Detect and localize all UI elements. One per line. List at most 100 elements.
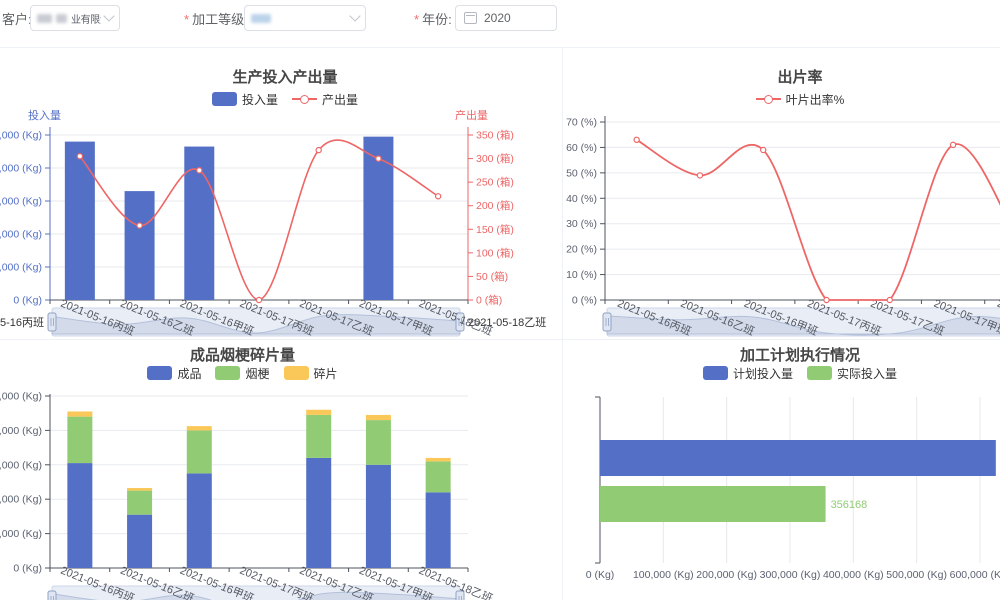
- legend-label: 碎片: [314, 365, 338, 382]
- legend-line-marker: [292, 92, 317, 106]
- stack-bar-segment[interactable]: [306, 410, 331, 415]
- tick-label: 20,000 (Kg): [0, 528, 42, 540]
- stack-bar-segment[interactable]: [306, 458, 331, 568]
- datazoom-handle[interactable]: [603, 313, 611, 331]
- right-axis-name: 产出量: [455, 107, 488, 123]
- legend-line-marker: [756, 92, 781, 106]
- tick-label: 0 (Kg): [586, 569, 615, 581]
- tick-label: 50 (%): [566, 167, 597, 179]
- line-point[interactable]: [436, 194, 441, 199]
- chart-title-plan-execution: 加工计划执行情况: [575, 344, 1000, 365]
- line-point[interactable]: [376, 156, 381, 161]
- dashboard: 客户: 业有限责任公 *加工等级: *年份: 2020 0 (Kg)20,000…: [0, 0, 1000, 600]
- tick-label: 0 (Kg): [13, 295, 42, 307]
- stack-bar-segment[interactable]: [67, 417, 92, 463]
- legend-item[interactable]: 烟梗: [215, 365, 269, 382]
- stack-bar-segment[interactable]: [127, 491, 152, 515]
- line-point[interactable]: [697, 173, 702, 178]
- line-point[interactable]: [256, 297, 261, 302]
- stack-bar-segment[interactable]: [187, 473, 212, 568]
- tick-label: 60,000 (Kg): [0, 459, 42, 471]
- charts-canvas: 0 (Kg) 20,000 (Kg) 40,000 (Kg) 60,000 (Kg) 8…: [0, 0, 1000, 600]
- stack-bar-segment[interactable]: [187, 430, 212, 473]
- tick-label: 400,000 (Kg): [823, 569, 884, 581]
- tick-label: 60,000 (Kg): [0, 196, 42, 208]
- tick-label: 0 (Kg): [13, 563, 42, 575]
- tick-label: 600,000 (Kg): [950, 569, 1000, 581]
- tick-label: 20,000 (Kg): [0, 262, 42, 274]
- stack-bar-segment[interactable]: [127, 488, 152, 491]
- legend-bar-marker: [703, 366, 728, 380]
- legend-label: 投入量: [242, 91, 278, 108]
- tick-label: 200,000 (Kg): [696, 569, 757, 581]
- tick-label: 200 (箱): [476, 199, 514, 212]
- line-point[interactable]: [316, 147, 321, 152]
- stack-bar-segment[interactable]: [67, 463, 92, 568]
- chart-title-leaf-rate: 出片率: [575, 66, 1000, 87]
- tick-label: 100 (箱): [476, 246, 514, 259]
- line-point[interactable]: [77, 154, 82, 159]
- line-point[interactable]: [197, 168, 202, 173]
- legend-label: 产出量: [322, 91, 358, 108]
- line-point[interactable]: [950, 142, 955, 147]
- tick-label: 250 (箱): [476, 176, 514, 189]
- tick-label: 80,000 (Kg): [0, 163, 42, 175]
- tick-label: 80,000 (Kg): [0, 425, 42, 437]
- line-point[interactable]: [137, 223, 142, 228]
- tick-label: 100,000 (Kg): [0, 130, 42, 142]
- stack-bar-segment[interactable]: [366, 415, 391, 420]
- legend-item[interactable]: 实际投入量: [807, 365, 897, 382]
- tick-label: 350 (箱): [476, 129, 514, 142]
- datazoom-label: 2021-05-16丙班: [0, 316, 44, 329]
- stack-bar-segment[interactable]: [187, 426, 212, 430]
- datazoom-handle[interactable]: [48, 591, 56, 600]
- tick-label: 300,000 (Kg): [760, 569, 821, 581]
- tick-label: 100,000 (Kg): [0, 391, 42, 403]
- legend-item[interactable]: 成品: [147, 365, 201, 382]
- bar-value-label: 356168: [831, 499, 868, 511]
- tick-label: 150 (箱): [476, 223, 514, 236]
- stack-bar-segment[interactable]: [426, 492, 451, 568]
- chart-title-input-output: 生产投入产出量: [15, 66, 555, 87]
- bar[interactable]: [600, 486, 826, 522]
- legend-input-output: 投入量 产出量: [15, 92, 555, 106]
- stack-bar-segment[interactable]: [426, 461, 451, 492]
- stack-bar-segment[interactable]: [127, 515, 152, 568]
- line-point[interactable]: [887, 297, 892, 302]
- legend-label: 叶片出率%: [786, 91, 845, 108]
- legend-bar-marker: [215, 366, 240, 380]
- legend-plan-execution: 计划投入量实际投入量: [575, 366, 1000, 380]
- legend-item[interactable]: 投入量: [212, 91, 278, 108]
- datazoom-handle[interactable]: [48, 313, 56, 331]
- tick-label: 40,000 (Kg): [0, 229, 42, 241]
- bar[interactable]: [600, 440, 996, 476]
- legend-leaf-rate: 叶片出率%: [575, 92, 1000, 106]
- bar[interactable]: [125, 191, 155, 300]
- stack-bar-segment[interactable]: [426, 458, 451, 461]
- legend-item[interactable]: 叶片出率%: [756, 91, 845, 108]
- legend-label: 计划投入量: [733, 365, 793, 382]
- stack-bar-segment[interactable]: [366, 465, 391, 568]
- tick-label: 300 (箱): [476, 152, 514, 165]
- legend-product-stem-scrap: 成品 烟梗 碎片: [0, 366, 485, 380]
- line-point[interactable]: [824, 297, 829, 302]
- left-axis-name: 投入量: [28, 107, 61, 123]
- stack-bar-segment[interactable]: [366, 420, 391, 465]
- chart-title-product-stem-scrap: 成品烟梗碎片量: [0, 344, 485, 365]
- line-point[interactable]: [634, 137, 639, 142]
- tick-label: 40 (%): [566, 193, 597, 205]
- legend-label: 烟梗: [245, 365, 269, 382]
- stack-bar-segment[interactable]: [306, 415, 331, 458]
- bar[interactable]: [65, 142, 95, 300]
- legend-item[interactable]: 产出量: [292, 91, 358, 108]
- stack-bar-segment[interactable]: [67, 411, 92, 416]
- tick-label: 60 (%): [566, 142, 597, 154]
- tick-label: 500,000 (Kg): [886, 569, 947, 581]
- tick-label: 40,000 (Kg): [0, 494, 42, 506]
- legend-item[interactable]: 计划投入量: [703, 365, 793, 382]
- legend-item[interactable]: 碎片: [284, 365, 338, 382]
- tick-label: 20 (%): [566, 244, 597, 256]
- tick-label: 10 (%): [566, 269, 597, 281]
- line-point[interactable]: [761, 147, 766, 152]
- tick-label: 70 (%): [566, 117, 597, 129]
